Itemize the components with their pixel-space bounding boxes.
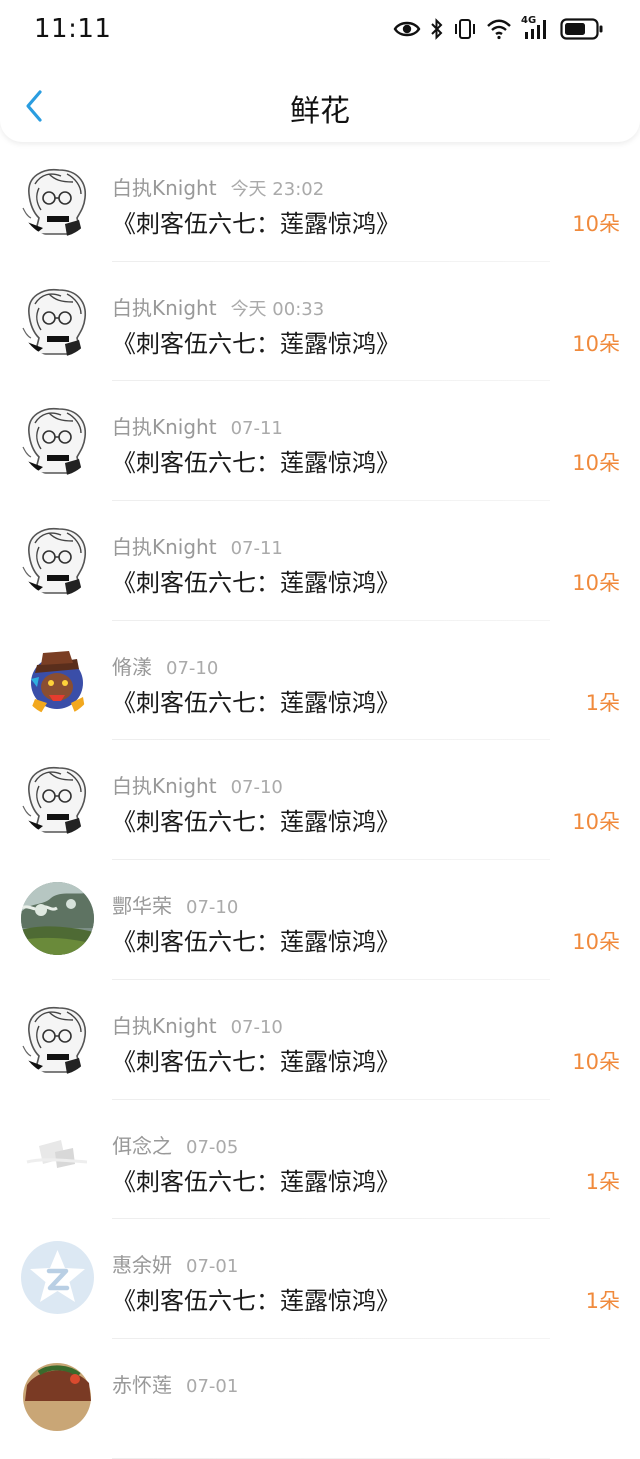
- flower-count: 10朵: [572, 810, 620, 835]
- gift-meta: 赤怀莲 07-01: [112, 1369, 238, 1398]
- gift-meta: 脩漾 07-10: [112, 651, 218, 680]
- user-name[interactable]: 白执Knight: [112, 1014, 217, 1038]
- header: 11:11 4G 鲜花: [0, 0, 640, 142]
- avatar[interactable]: [21, 523, 94, 597]
- work-title: 《刺客伍六七：莲露惊鸿》: [112, 449, 400, 478]
- avatar[interactable]: [21, 283, 94, 357]
- status-icons: 4G: [393, 15, 604, 41]
- gift-row[interactable]: 白执Knight 今天 23:02 《刺客伍六七：莲露惊鸿》 10朵: [0, 142, 640, 262]
- gift-date: 07-11: [230, 418, 283, 440]
- work-title: 《刺客伍六七：莲露惊鸿》: [112, 1287, 400, 1316]
- battery-icon: [560, 18, 604, 40]
- avatar[interactable]: [21, 1001, 94, 1075]
- gift-row[interactable]: 白执Knight 07-10 《刺客伍六七：莲露惊鸿》 10朵: [0, 980, 640, 1100]
- user-name[interactable]: 脩漾: [112, 655, 152, 679]
- gift-meta: 白执Knight 07-11: [112, 531, 283, 560]
- gift-row[interactable]: 惠余妍 07-01 《刺客伍六七：莲露惊鸿》 1朵: [0, 1219, 640, 1339]
- row-divider: [112, 1457, 550, 1459]
- gift-row[interactable]: 酆华荣 07-10 《刺客伍六七：莲露惊鸿》 10朵: [0, 860, 640, 980]
- user-name[interactable]: 白执Knight: [112, 176, 217, 200]
- bluetooth-icon: [430, 18, 444, 40]
- avatar[interactable]: [21, 1121, 94, 1195]
- work-title: 《刺客伍六七：莲露惊鸿》: [112, 1047, 400, 1076]
- gift-row[interactable]: 脩漾 07-10 《刺客伍六七：莲露惊鸿》 1朵: [0, 621, 640, 741]
- work-title: 《刺客伍六七：莲露惊鸿》: [112, 1167, 400, 1196]
- gift-date: 07-10: [230, 777, 283, 799]
- user-name[interactable]: 白执Knight: [112, 296, 217, 320]
- gift-date: 07-11: [230, 538, 283, 560]
- gift-date: 07-10: [186, 897, 239, 919]
- user-name[interactable]: 酆华荣: [112, 894, 172, 918]
- user-name[interactable]: 白执Knight: [112, 535, 217, 559]
- work-title: 《刺客伍六七：莲露惊鸿》: [112, 210, 400, 238]
- page-title: 鲜花: [290, 94, 350, 129]
- gift-row[interactable]: 白执Knight 07-11 《刺客伍六七：莲露惊鸿》 10朵: [0, 381, 640, 502]
- eye-icon: [393, 19, 421, 39]
- work-title: 《刺客伍六七：莲露惊鸿》: [112, 329, 400, 358]
- nav-bar: 鲜花: [0, 62, 640, 142]
- avatar[interactable]: [21, 882, 94, 956]
- gift-date: 07-10: [230, 1016, 283, 1038]
- flower-count: 1朵: [585, 1289, 620, 1314]
- gift-meta: 佴念之 07-05: [112, 1130, 238, 1159]
- gift-meta: 惠余妍 07-01: [112, 1249, 238, 1278]
- flower-count: 1朵: [585, 1169, 620, 1194]
- user-name[interactable]: 白执Knight: [112, 415, 217, 439]
- work-title: 《刺客伍六七：莲露惊鸿》: [112, 928, 400, 957]
- wifi-icon: [486, 18, 512, 40]
- gift-date: 07-05: [186, 1136, 239, 1158]
- flower-count: 10朵: [572, 212, 620, 236]
- gift-row[interactable]: 白执Knight 今天 00:33 《刺客伍六七：莲露惊鸿》 10朵: [0, 262, 640, 382]
- gift-row[interactable]: 赤怀莲 07-01: [0, 1339, 640, 1459]
- vibrate-icon: [453, 18, 477, 40]
- work-title: 《刺客伍六七：莲露惊鸿》: [112, 569, 400, 598]
- gift-date: 07-01: [186, 1256, 239, 1278]
- gift-row[interactable]: 白执Knight 07-10 《刺客伍六七：莲露惊鸿》 10朵: [0, 740, 640, 861]
- status-time: 11:11: [34, 14, 112, 44]
- gift-meta: 白执Knight 今天 00:33: [112, 292, 324, 321]
- user-name[interactable]: 赤怀莲: [112, 1373, 172, 1397]
- gift-meta: 白执Knight 今天 23:02: [112, 172, 324, 201]
- user-name[interactable]: 惠余妍: [112, 1253, 172, 1277]
- avatar[interactable]: [21, 1241, 94, 1314]
- work-title: 《刺客伍六七：莲露惊鸿》: [112, 808, 400, 837]
- flower-count: 10朵: [572, 451, 620, 476]
- gift-meta: 酆华荣 07-10: [112, 890, 238, 919]
- user-name[interactable]: 白执Knight: [112, 774, 217, 798]
- gift-date: 今天 23:02: [230, 179, 325, 200]
- status-bar: 11:11 4G: [0, 0, 640, 62]
- gift-meta: 白执Knight 07-11: [112, 411, 283, 440]
- gift-date: 07-01: [186, 1375, 239, 1397]
- gift-list: 白执Knight 今天 23:02 《刺客伍六七：莲露惊鸿》 10朵 白执Knight 今…: [0, 142, 640, 1459]
- user-name[interactable]: 佴念之: [112, 1134, 172, 1158]
- avatar[interactable]: [21, 762, 94, 836]
- signal-4g-icon: 4G: [521, 15, 551, 41]
- flower-count: 1朵: [585, 690, 620, 715]
- flower-count: 10朵: [572, 1049, 620, 1074]
- avatar[interactable]: [21, 403, 94, 477]
- gift-date: 今天 00:33: [230, 298, 325, 320]
- work-title: 《刺客伍六七：莲露惊鸿》: [112, 688, 400, 717]
- gift-meta: 白执Knight 07-10: [112, 770, 283, 799]
- flower-count: 10朵: [572, 930, 620, 955]
- avatar[interactable]: [21, 1361, 94, 1434]
- avatar[interactable]: [21, 642, 94, 716]
- flower-count: 10朵: [572, 571, 620, 596]
- gift-meta: 白执Knight 07-10: [112, 1010, 283, 1039]
- avatar[interactable]: [21, 164, 94, 237]
- gift-row[interactable]: 佴念之 07-05 《刺客伍六七：莲露惊鸿》 1朵: [0, 1100, 640, 1220]
- flower-count: 10朵: [572, 331, 620, 356]
- gift-row[interactable]: 白执Knight 07-11 《刺客伍六七：莲露惊鸿》 10朵: [0, 501, 640, 621]
- gift-date: 07-10: [166, 657, 219, 679]
